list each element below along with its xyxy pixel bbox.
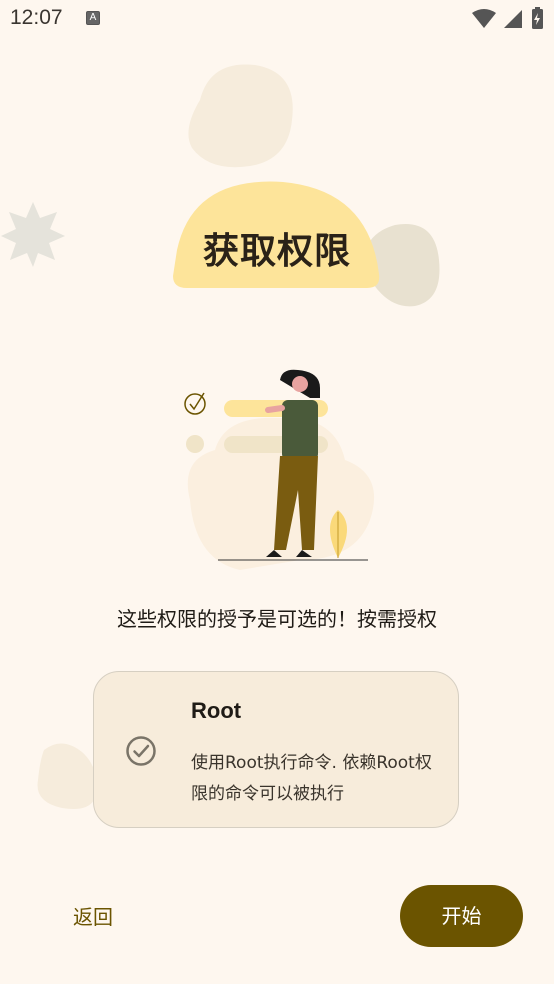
permission-description: 使用Root执行命令. 依赖Root权限的命令可以被执行 [191,753,432,804]
battery-icon [532,7,543,29]
status-icons [472,7,543,29]
decorative-flower [1,202,65,267]
status-time: 12:07 [10,6,63,29]
decorative-blob [37,743,97,809]
person-illustration [184,369,375,570]
status-bar: 12:07 A [0,0,554,38]
permission-title: Root [191,698,242,723]
check-circle-icon[interactable] [125,735,157,767]
page-title: 获取权限 [202,231,351,272]
back-button[interactable]: 返回 [50,893,136,941]
start-button[interactable]: 开始 [400,885,523,947]
wifi-icon [472,9,496,28]
page-subtitle: 这些权限的授予是可选的！按需授权 [117,607,437,631]
signal-icon [504,10,522,28]
decorative-blob [188,64,293,168]
notification-icon: A [86,11,100,25]
permission-card-root[interactable]: Root 使用Root执行命令. 依赖Root权限的命令可以被执行 [93,671,459,828]
